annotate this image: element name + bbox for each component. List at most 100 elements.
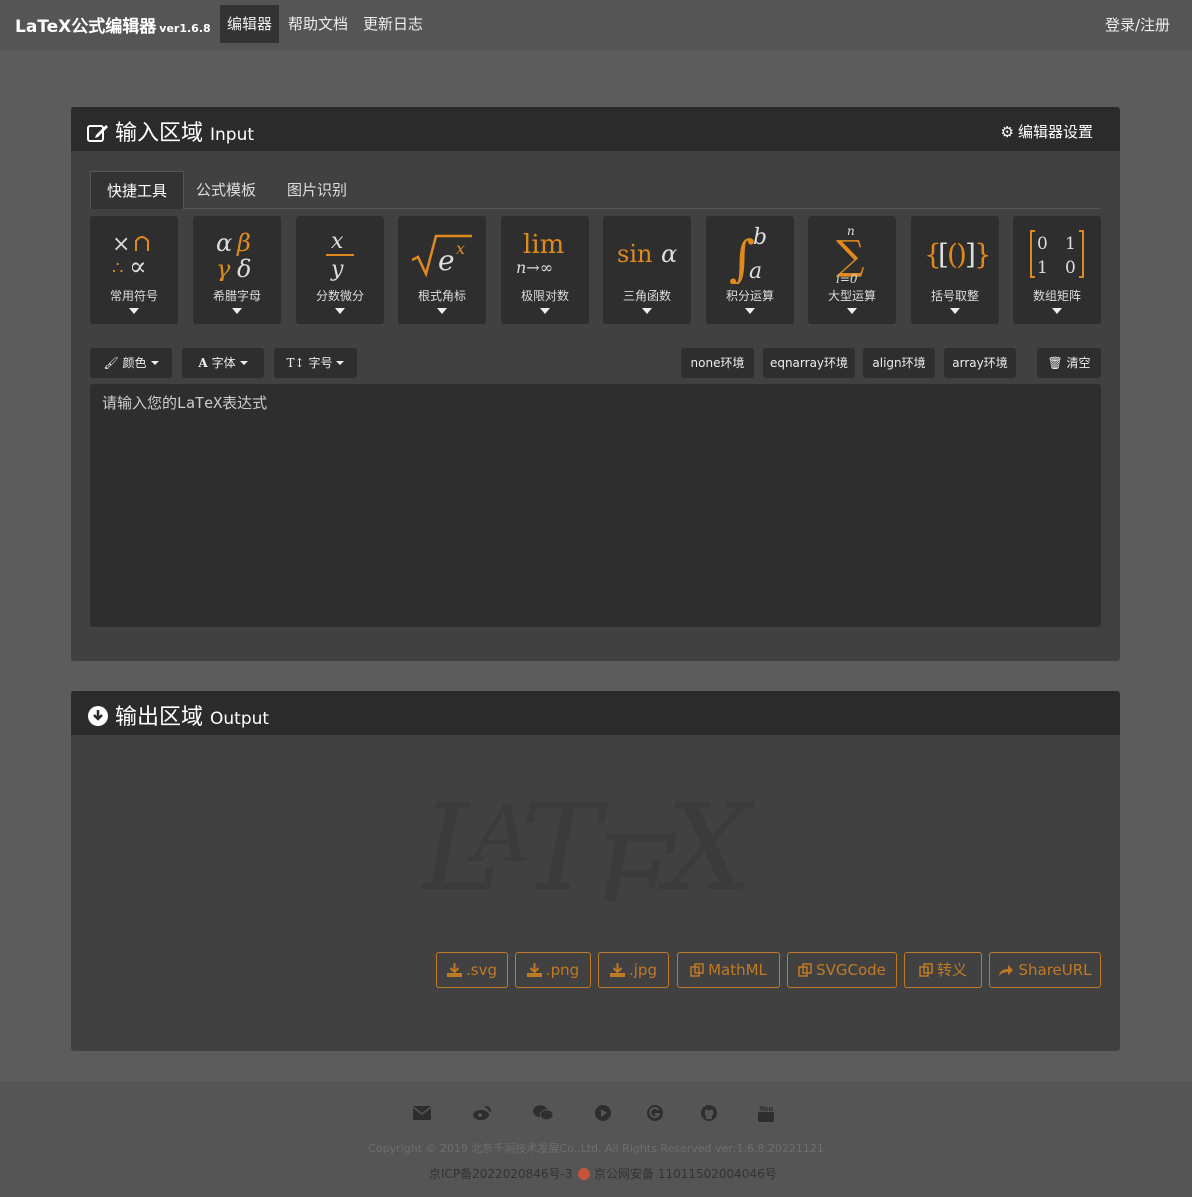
eqnarray-env-button[interactable]: eqnarray环境: [763, 348, 855, 378]
greek-letters-icon: αβγδ: [193, 222, 281, 286]
array-env-button[interactable]: array环境: [944, 348, 1016, 378]
editor-settings-button[interactable]: ⚙ 编辑器设置: [1001, 121, 1093, 142]
font-dropdown[interactable]: A 字体: [182, 348, 264, 378]
jpg-label: .jpg: [629, 961, 657, 979]
tool-fraction[interactable]: xy 分数微分: [296, 216, 384, 324]
none-env-button[interactable]: none环境: [681, 348, 754, 378]
common-symbols-icon: × ∴ ∝: [90, 222, 178, 286]
weibo-icon[interactable]: [472, 1103, 492, 1123]
nav-changelog[interactable]: 更新日志: [356, 5, 430, 43]
input-panel-header: 输入区域 Input ⚙ 编辑器设置: [71, 107, 1120, 151]
caret-down-icon: [1052, 308, 1062, 314]
output-title-en: Output: [210, 709, 270, 729]
integral-icon: ∫ b a: [706, 222, 794, 286]
clear-label: 清空: [1066, 356, 1091, 370]
svg-text:b: b: [753, 225, 767, 250]
latex-watermark-logo: L A T E X: [421, 779, 756, 901]
limit-icon: lim n→∞: [501, 222, 589, 286]
police-badge-icon: [578, 1168, 590, 1180]
svg-label: .svg: [466, 961, 497, 979]
brackets-icon: {[()]}: [911, 222, 999, 286]
github-icon[interactable]: [699, 1103, 719, 1123]
font-label: 字体: [211, 356, 236, 370]
police-record-text: 京公网安备 11011502004046号: [594, 1167, 777, 1181]
tool-label: 大型运算: [827, 289, 876, 303]
wechat-icon[interactable]: [533, 1103, 553, 1123]
tool-label: 积分运算: [725, 289, 774, 303]
tool-brackets[interactable]: {[()]} 括号取整: [911, 216, 999, 324]
nav-editor[interactable]: 编辑器: [220, 5, 280, 43]
color-dropdown[interactable]: 🖌 颜色: [90, 348, 172, 378]
navbar: LaTeX公式编辑器 ver1.6.8 编辑器 帮助文档 更新日志 登录/注册: [0, 0, 1192, 50]
tool-sum[interactable]: n ∑ i=0 大型运算: [808, 216, 896, 324]
svg-text:x: x: [331, 229, 344, 254]
copy-mathml-button[interactable]: MathML: [677, 952, 780, 988]
matrix-icon: 0110: [1013, 222, 1101, 286]
svg-text:e: e: [438, 244, 455, 277]
brush-icon: 🖌: [103, 356, 119, 370]
tab-quick-tools[interactable]: 快捷工具: [90, 171, 185, 209]
svg-text:δ: δ: [237, 255, 251, 281]
caret-down-icon: [745, 308, 755, 314]
tool-limit[interactable]: lim n→∞ 极限对数: [501, 216, 589, 324]
copy-svgcode-button[interactable]: SVGCode: [787, 952, 897, 988]
copy-escape-button[interactable]: 转义: [904, 952, 982, 988]
share-icon: [999, 965, 1014, 976]
svg-text:X: X: [658, 779, 756, 901]
input-panel-title: 输入区域 Input: [87, 115, 254, 147]
tool-label: 希腊字母: [212, 289, 261, 303]
caret-down-icon: [540, 308, 550, 314]
police-record-link[interactable]: 京公网安备 11011502004046号: [578, 1165, 777, 1182]
tool-greek-letters[interactable]: αβγδ 希腊字母: [193, 216, 281, 324]
svg-text:y: y: [330, 257, 344, 282]
tool-label: 常用符号: [109, 289, 158, 303]
svg-text:1: 1: [1037, 258, 1048, 278]
tool-trig[interactable]: sin α 三角函数: [603, 216, 691, 324]
tool-radical[interactable]: ex 根式角标: [398, 216, 486, 324]
output-panel-header: 输出区域 Output: [71, 691, 1120, 735]
copy-icon: [798, 963, 812, 977]
svg-text:×: ×: [112, 232, 130, 257]
download-svg-button[interactable]: .svg: [436, 952, 508, 988]
font-icon: A: [198, 356, 208, 370]
download-icon: [610, 963, 625, 977]
brand-logo[interactable]: LaTeX公式编辑器 ver1.6.8: [15, 12, 211, 37]
mail-icon[interactable]: [412, 1103, 432, 1123]
share-url-button[interactable]: ShareURL: [989, 952, 1101, 988]
tab-formula-templates[interactable]: 公式模板: [180, 171, 272, 209]
svg-text:You: You: [758, 1105, 773, 1113]
youtube-icon[interactable]: You: [756, 1103, 776, 1123]
copyright-text: Copyright © 2019 北京千涧技术发展Co.,Ltd. All Ri…: [368, 1142, 824, 1155]
caret-down-icon: [437, 308, 447, 314]
svg-text:α: α: [216, 229, 232, 257]
nav-help-docs[interactable]: 帮助文档: [281, 5, 355, 43]
copy-icon: [690, 963, 704, 977]
svg-text:1: 1: [1065, 234, 1076, 254]
caret-down-icon: [239, 361, 248, 365]
download-jpg-button[interactable]: .jpg: [598, 952, 669, 988]
font-size-dropdown[interactable]: T↕ 字号: [274, 348, 357, 378]
login-register-link[interactable]: 登录/注册: [1105, 14, 1170, 35]
caret-down-icon: [642, 308, 652, 314]
align-env-button[interactable]: align环境: [863, 348, 935, 378]
caret-down-icon: [336, 361, 345, 365]
tool-integral[interactable]: ∫ b a 积分运算: [706, 216, 794, 324]
google-icon[interactable]: [645, 1103, 665, 1123]
tab-image-recognition[interactable]: 图片识别: [271, 171, 363, 209]
clear-button[interactable]: 🗑 清空: [1037, 348, 1101, 378]
bilibili-icon[interactable]: [593, 1103, 613, 1123]
tool-tabs: 快捷工具 公式模板 图片识别: [90, 171, 1101, 209]
icp-license-link[interactable]: 京ICP备2022020846号-3: [429, 1165, 572, 1182]
tool-common-symbols[interactable]: × ∴ ∝ 常用符号: [90, 216, 178, 324]
mathml-label: MathML: [708, 961, 767, 979]
svg-text:n→∞: n→∞: [516, 258, 553, 277]
brand-name: LaTeX公式编辑器: [15, 17, 157, 37]
tool-matrix[interactable]: 0110 数组矩阵: [1013, 216, 1101, 324]
latex-input[interactable]: [90, 384, 1101, 627]
caret-down-icon: [150, 361, 159, 365]
color-label: 颜色: [122, 356, 147, 370]
tool-label: 分数微分: [315, 289, 364, 303]
fraction-icon: xy: [296, 222, 384, 286]
download-png-button[interactable]: .png: [515, 952, 591, 988]
trash-icon: 🗑: [1047, 356, 1063, 370]
